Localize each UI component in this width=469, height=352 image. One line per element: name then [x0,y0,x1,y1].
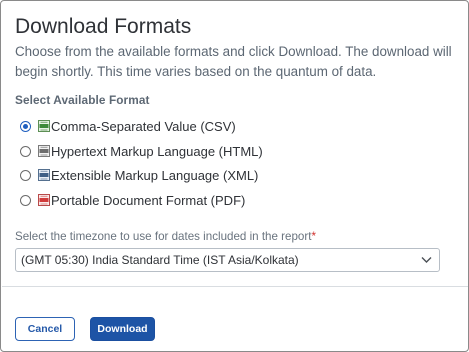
cancel-button[interactable]: Cancel [15,317,75,341]
xml-file-icon [38,169,50,181]
pdf-file-icon [38,194,50,206]
timezone-label: Select the timezone to use for dates inc… [15,230,316,243]
csv-file-icon [38,120,50,132]
html-file-icon [38,145,50,157]
timezone-selected-value: (GMT 05:30) India Standard Time (IST Asi… [21,253,299,267]
format-section-label: Select Available Format [15,93,150,107]
dialog-description: Choose from the available formats and cl… [15,44,452,79]
footer-divider [2,286,468,287]
format-label-html: Hypertext Markup Language (HTML) [51,143,263,159]
format-option-csv[interactable]: Comma-Separated Value (CSV) [20,117,236,135]
format-option-html[interactable]: Hypertext Markup Language (HTML) [20,142,263,160]
format-label-xml: Extensible Markup Language (XML) [51,167,259,183]
format-label-pdf: Portable Document Format (PDF) [51,192,246,208]
chevron-down-icon [421,257,432,263]
format-option-xml[interactable]: Extensible Markup Language (XML) [20,166,258,184]
format-radio-csv[interactable] [20,120,31,132]
download-formats-dialog: Download Formats Choose from the availab… [0,0,469,352]
format-radio-xml[interactable] [20,169,31,181]
timezone-label-text: Select the timezone to use for dates inc… [15,230,312,243]
format-label-csv: Comma-Separated Value (CSV) [51,118,236,134]
timezone-select[interactable]: (GMT 05:30) India Standard Time (IST Asi… [15,248,440,272]
format-radio-html[interactable] [20,145,31,157]
dialog-title: Download Formats [15,15,192,38]
required-marker: * [311,230,316,243]
download-button[interactable]: Download [90,317,155,341]
format-option-pdf[interactable]: Portable Document Format (PDF) [20,191,245,209]
format-radio-pdf[interactable] [20,194,31,206]
